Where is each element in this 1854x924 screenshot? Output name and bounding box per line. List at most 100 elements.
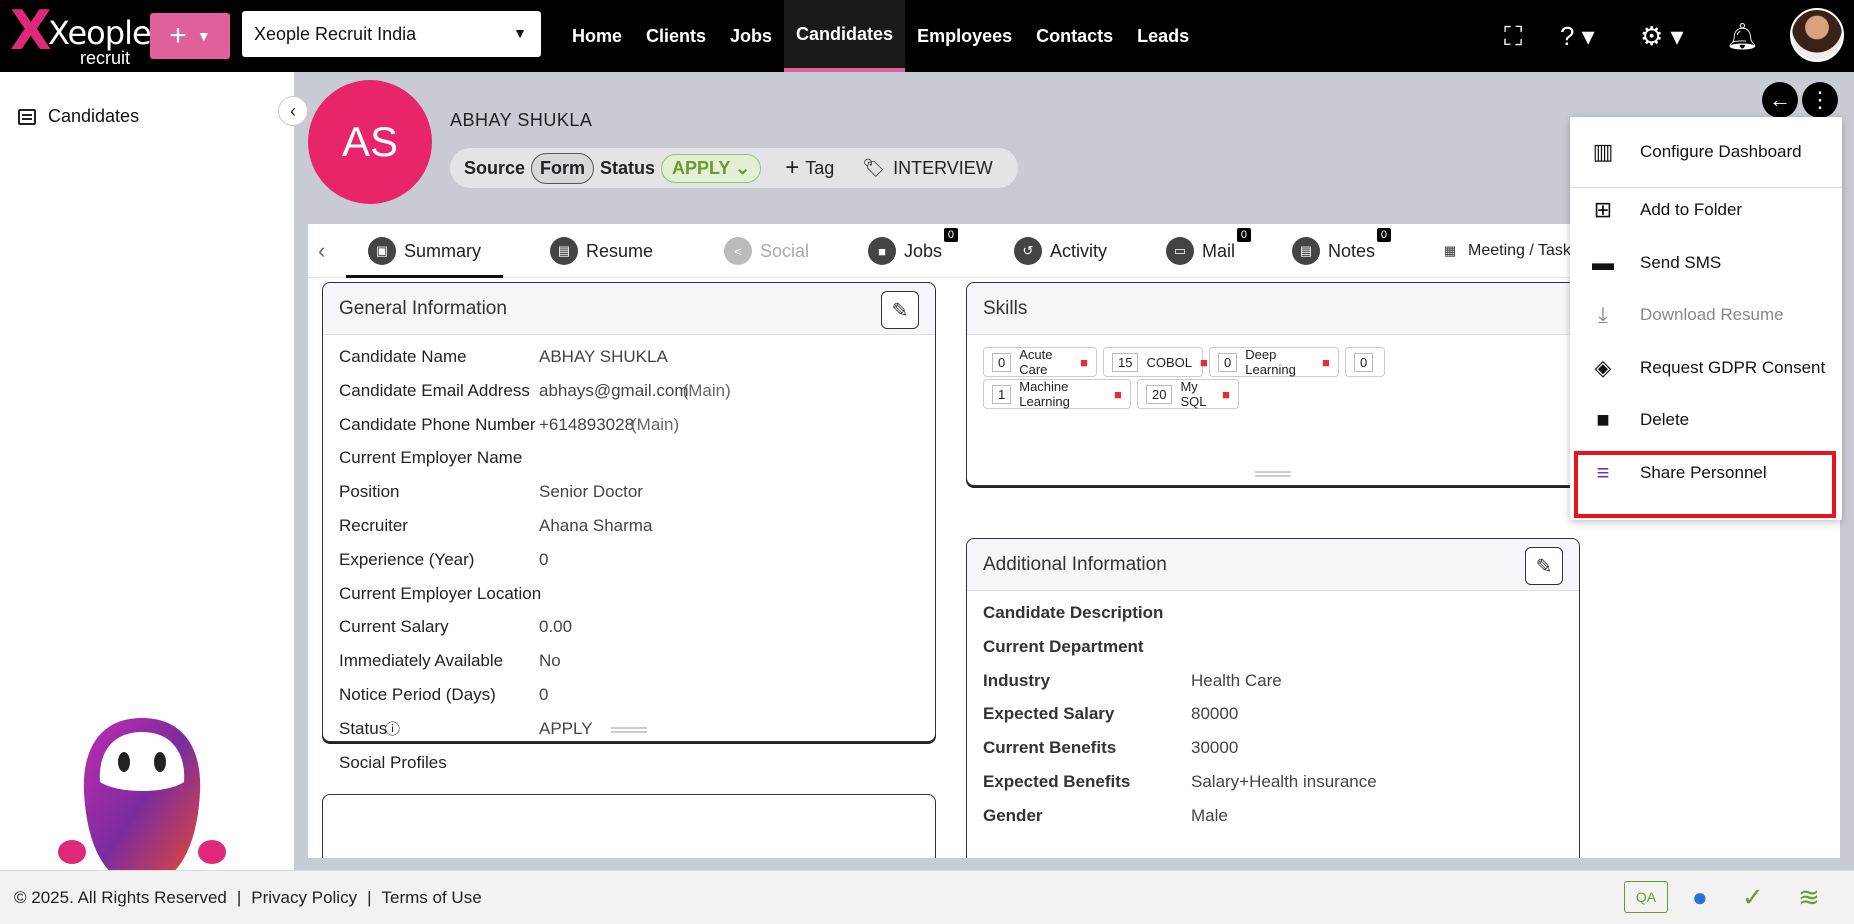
- nav-item-home[interactable]: Home: [560, 0, 634, 72]
- field-value: 80000: [1191, 704, 1239, 724]
- copyright-text: © 2025. All Rights Reserved: [14, 887, 227, 907]
- handshake-icon: ◈: [1594, 355, 1612, 380]
- tab-social[interactable]: < Social: [724, 234, 809, 268]
- tabs-prev-icon[interactable]: ‹: [318, 238, 325, 264]
- field-row: Current Salary 0.00: [323, 609, 935, 643]
- resize-handle[interactable]: [1255, 471, 1291, 477]
- field-label: Current Salary: [339, 617, 449, 637]
- field-value: Senior Doctor: [539, 482, 643, 502]
- field-row: Social Profiles: [323, 745, 935, 779]
- field-row: Current Employer Name: [323, 440, 935, 474]
- trash-icon[interactable]: ■: [1080, 355, 1088, 370]
- id-card-icon: ▣: [368, 237, 396, 265]
- skill-chip[interactable]: 1 Machine Learning ■: [983, 379, 1131, 409]
- trash-icon[interactable]: ■: [1114, 387, 1122, 402]
- logo-subtitle: recruit: [80, 48, 131, 68]
- status-label: Status: [600, 157, 656, 178]
- edit-general-button[interactable]: ✎: [881, 291, 919, 329]
- trash-icon[interactable]: ■: [1222, 387, 1230, 402]
- menu-item-add-to-folder[interactable]: ⊞ Add to Folder: [1570, 185, 1842, 235]
- menu-item-configure-dashboard[interactable]: ▥ Configure Dashboard: [1570, 127, 1842, 177]
- tab-resume[interactable]: ▤ Resume: [550, 234, 653, 268]
- edit-additional-button[interactable]: ✎: [1525, 547, 1563, 585]
- tab-jobs[interactable]: ■ Jobs 0: [868, 228, 959, 268]
- interview-tag[interactable]: 🏷︎ INTERVIEW: [862, 158, 993, 179]
- skill-chip[interactable]: 0 Acute Care ■: [983, 347, 1097, 377]
- more-options-menu: ▥ Configure Dashboard ⊞ Add to Folder ▬ Send …: [1570, 117, 1842, 520]
- tag-label: Tag: [805, 157, 835, 178]
- menu-item-delete[interactable]: ■ Delete: [1570, 395, 1842, 445]
- field-qualifier: (Main): [682, 380, 731, 400]
- general-fields: Candidate Name ABHAY SHUKLA Candidate Emai…: [323, 335, 935, 778]
- status-value: APPLY: [672, 157, 731, 178]
- user-circle-icon[interactable]: ●: [1692, 880, 1708, 914]
- share-icon: <: [724, 237, 752, 265]
- help-icon[interactable]: ? ▾: [1560, 18, 1595, 54]
- tab-mail[interactable]: ▭ Mail 0: [1166, 228, 1252, 268]
- dropdown-arrow-icon: ▼: [513, 25, 527, 41]
- skill-chip[interactable]: 15 COBOL ■: [1103, 347, 1208, 377]
- tab-notes[interactable]: ▤ Notes 0: [1292, 228, 1392, 268]
- user-avatar[interactable]: [1790, 8, 1844, 62]
- check-circle-icon[interactable]: ✓: [1742, 880, 1764, 914]
- candidate-name: ABHAY SHUKLA: [450, 110, 593, 130]
- menu-item-send-sms[interactable]: ▬ Send SMS: [1570, 238, 1842, 288]
- status-dropdown[interactable]: APPLY ⌄: [661, 153, 762, 183]
- nav-item-candidates[interactable]: Candidates: [784, 0, 906, 72]
- add-tag-button[interactable]: + Tag: [785, 154, 834, 182]
- menu-item-share-personnel[interactable]: ≡ Share Personnel: [1570, 448, 1842, 498]
- terms-link[interactable]: Terms of Use: [382, 888, 482, 908]
- tab-summary[interactable]: ▣ Summary: [345, 234, 504, 278]
- info-icon[interactable]: ⓘ: [385, 718, 400, 739]
- quick-add-button[interactable]: + ▼: [150, 13, 230, 59]
- skill-count: 20: [1146, 384, 1173, 404]
- more-options-button[interactable]: ⋮: [1802, 82, 1838, 118]
- sidebar-item-candidates[interactable]: Candidates: [18, 106, 139, 127]
- back-arrow-button[interactable]: ←: [1762, 82, 1798, 118]
- footer: © 2025. All Rights Reserved | Privacy Po…: [0, 870, 1854, 924]
- field-qualifier: (Main): [631, 414, 680, 434]
- nav-item-jobs[interactable]: Jobs: [718, 0, 784, 72]
- nav-item-contacts[interactable]: Contacts: [1024, 0, 1125, 72]
- skill-count: 0: [1218, 352, 1238, 372]
- field-label: Candidate Phone Number: [339, 414, 536, 434]
- skill-chip[interactable]: 0 Deep Learning ■: [1209, 347, 1339, 377]
- resize-handle[interactable]: [611, 727, 647, 733]
- company-select[interactable]: Xeople Recruit India ▼: [242, 11, 541, 57]
- field-label: Current Employer Name: [339, 448, 523, 468]
- menu-item-label: Share Personnel: [1640, 463, 1767, 482]
- field-row: Expected Benefits Salary+Health insurance: [967, 764, 1579, 798]
- skill-chip[interactable]: 0: [1345, 347, 1385, 377]
- pencil-icon: ✎: [1535, 555, 1553, 578]
- menu-item-request-gdpr-consent[interactable]: ◈ Request GDPR Consent: [1570, 343, 1842, 393]
- skill-chip[interactable]: 20 My SQL ■: [1137, 379, 1239, 409]
- skill-count: 0: [1354, 352, 1374, 372]
- collapse-sidebar-button[interactable]: ‹: [278, 96, 308, 126]
- field-row: Current Benefits 30000: [967, 730, 1579, 764]
- field-value: 30000: [1191, 738, 1239, 758]
- footer-separator: |: [236, 887, 242, 907]
- caret-down-icon: ▼: [196, 28, 211, 44]
- field-value: 0.00: [539, 617, 573, 637]
- trash-icon[interactable]: ■: [1200, 355, 1208, 370]
- notification-bell-icon[interactable]: 🔔︎: [1726, 18, 1759, 54]
- interview-label: INTERVIEW: [893, 157, 993, 178]
- nav-item-leads[interactable]: Leads: [1125, 0, 1201, 72]
- tab-activity[interactable]: ↺ Activity: [1014, 234, 1107, 268]
- privacy-link[interactable]: Privacy Policy: [251, 888, 357, 908]
- tab-meeting-task[interactable]: ▦Meeting / Task1: [1440, 228, 1587, 268]
- trash-icon[interactable]: ■: [1322, 355, 1330, 370]
- settings-gear-icon[interactable]: ⚙ ▾: [1640, 18, 1684, 54]
- document-icon: ▤: [550, 237, 578, 265]
- field-row: Immediately Available No: [323, 643, 935, 677]
- xeople-logo[interactable]: X Xeople recruit: [8, 4, 152, 69]
- menu-item-label: Download Resume: [1640, 305, 1784, 324]
- nav-item-employees[interactable]: Employees: [905, 0, 1024, 72]
- source-chip: Form: [531, 152, 595, 184]
- menu-item-download-resume[interactable]: ⤓ Download Resume: [1570, 290, 1842, 340]
- field-value: No: [539, 651, 561, 671]
- nav-item-clients[interactable]: Clients: [634, 0, 718, 72]
- field-value: abhays@gmail.com: [539, 380, 689, 400]
- fullscreen-icon[interactable]: ⛶: [1504, 18, 1522, 54]
- additional-information-header: Additional Information ✎: [967, 539, 1579, 591]
